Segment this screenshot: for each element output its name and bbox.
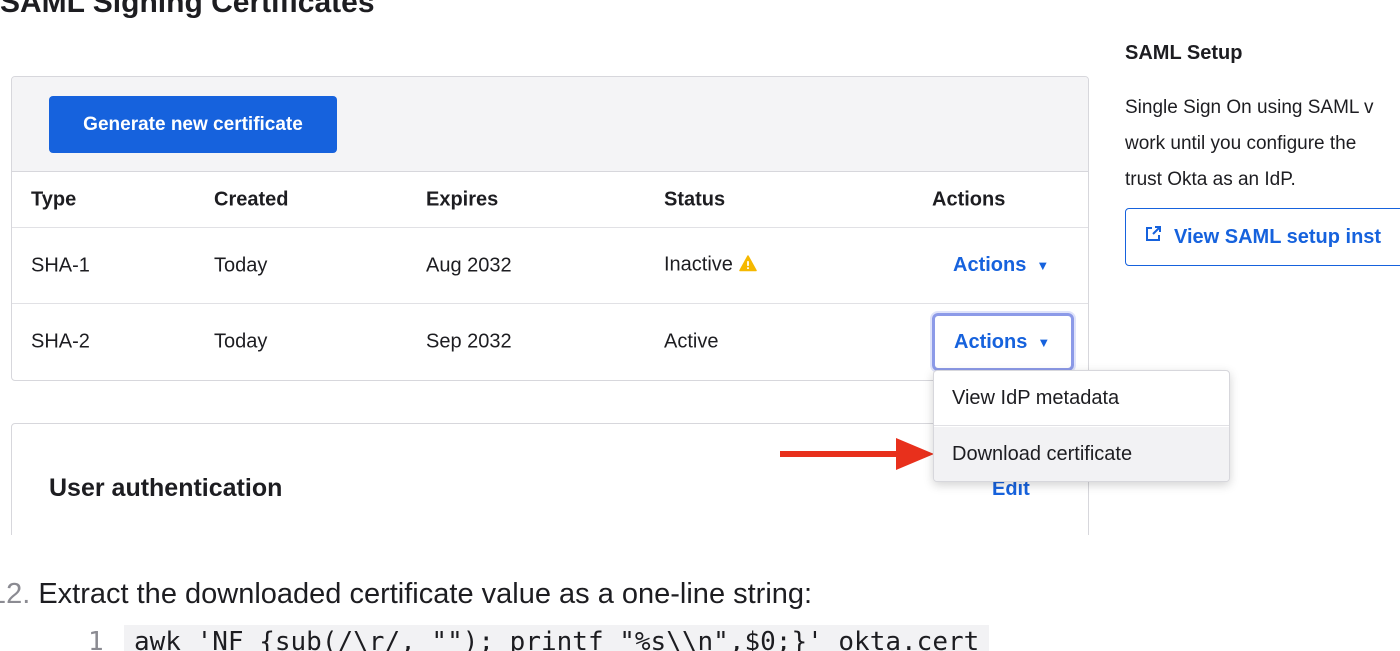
page-title: SAML Signing Certificates bbox=[0, 0, 375, 19]
generate-certificate-button[interactable]: Generate new certificate bbox=[49, 96, 337, 153]
cell-type: SHA-2 bbox=[31, 330, 90, 353]
cell-status: Active bbox=[664, 330, 719, 353]
warning-icon bbox=[739, 254, 757, 278]
cell-type: SHA-1 bbox=[31, 254, 90, 276]
view-saml-setup-label: View SAML setup inst bbox=[1174, 225, 1382, 248]
code-line-number: 1 bbox=[88, 627, 104, 651]
description-line: Single Sign On using SAML v bbox=[1125, 97, 1374, 118]
table-header: Type Created Expires Status Actions bbox=[12, 172, 1088, 228]
table-row: SHA-1 Today Aug 2032 Inactive Actions ▼ bbox=[12, 228, 1088, 304]
cell-expires: Aug 2032 bbox=[426, 254, 512, 276]
menu-item-download-certificate[interactable]: Download certificate bbox=[934, 427, 1229, 481]
column-header-expires: Expires bbox=[426, 188, 499, 210]
column-header-status: Status bbox=[664, 188, 726, 210]
saml-setup-title: SAML Setup bbox=[1125, 42, 1243, 64]
actions-button-label: Actions bbox=[954, 330, 1028, 353]
code-text[interactable]: awk 'NF {sub(/\r/, ""); printf "%s\\n",$… bbox=[124, 625, 990, 651]
cell-created: Today bbox=[214, 330, 268, 353]
cell-status: Inactive bbox=[664, 253, 757, 278]
annotation-arrow-icon bbox=[780, 438, 934, 470]
status-text: Inactive bbox=[664, 253, 733, 275]
instruction-step: 12.Extract the downloaded certificate va… bbox=[0, 578, 812, 611]
cell-expires: Sep 2032 bbox=[426, 330, 512, 353]
saml-setup-description: Single Sign On using SAML v work until y… bbox=[1125, 90, 1374, 198]
description-line: work until you configure the bbox=[1125, 133, 1357, 154]
menu-item-view-idp-metadata[interactable]: View IdP metadata bbox=[934, 371, 1229, 426]
certificates-toolbar: Generate new certificate bbox=[12, 77, 1088, 172]
actions-button-open[interactable]: Actions ▼ bbox=[932, 313, 1074, 371]
actions-button[interactable]: Actions ▼ bbox=[932, 237, 1074, 295]
section-title: User authentication bbox=[49, 474, 283, 502]
column-header-actions: Actions bbox=[932, 188, 1006, 210]
caret-down-icon: ▼ bbox=[1036, 258, 1050, 273]
table-row: SHA-2 Today Sep 2032 Active Actions ▼ bbox=[12, 304, 1088, 380]
column-header-created: Created bbox=[214, 188, 289, 210]
step-text: Extract the downloaded certificate value… bbox=[38, 578, 813, 610]
column-header-type: Type bbox=[31, 188, 77, 210]
external-link-icon bbox=[1144, 225, 1162, 249]
actions-dropdown-menu: View IdP metadata Download certificate bbox=[933, 370, 1230, 482]
cell-created: Today bbox=[214, 254, 268, 276]
description-line: trust Okta as an IdP. bbox=[1125, 169, 1296, 190]
caret-down-icon: ▼ bbox=[1037, 334, 1051, 350]
step-number: 12. bbox=[0, 578, 31, 610]
actions-button-label: Actions bbox=[953, 254, 1027, 276]
certificates-card: Generate new certificate Type Created Ex… bbox=[11, 76, 1089, 381]
view-saml-setup-button[interactable]: View SAML setup inst bbox=[1125, 208, 1400, 266]
code-block: 1 awk 'NF {sub(/\r/, ""); printf "%s\\n"… bbox=[88, 622, 990, 651]
